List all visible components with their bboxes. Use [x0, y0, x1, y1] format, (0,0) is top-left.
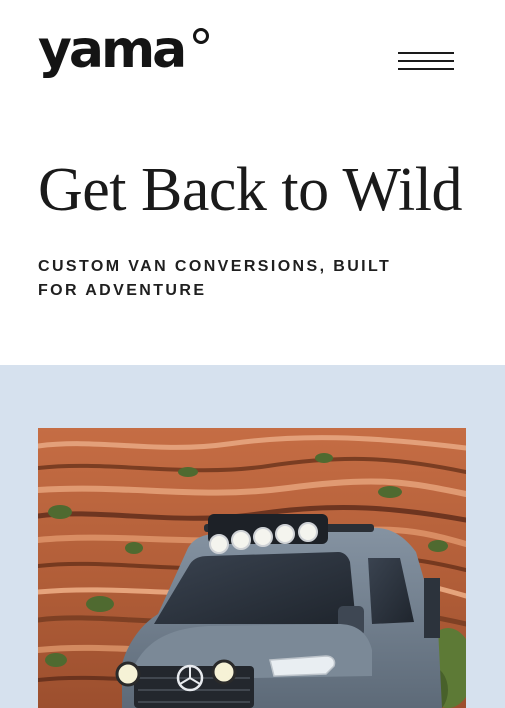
campervan-canyon-illustration — [38, 428, 466, 708]
hero-title: Get Back to Wild — [38, 156, 463, 224]
logo-ring-icon — [193, 28, 209, 44]
brand-logo[interactable]: yama — [38, 24, 187, 76]
brand-name: yama — [38, 20, 187, 80]
hero-image — [38, 428, 466, 708]
hamburger-menu-icon — [398, 52, 454, 54]
hamburger-menu-icon-line — [398, 60, 454, 62]
site-header: yama — [0, 0, 505, 110]
hero-subtitle: CUSTOM VAN CONVERSIONS, BUILT FOR ADVENT… — [38, 258, 392, 299]
hamburger-menu-icon-line — [398, 68, 454, 70]
menu-button[interactable] — [398, 50, 454, 74]
